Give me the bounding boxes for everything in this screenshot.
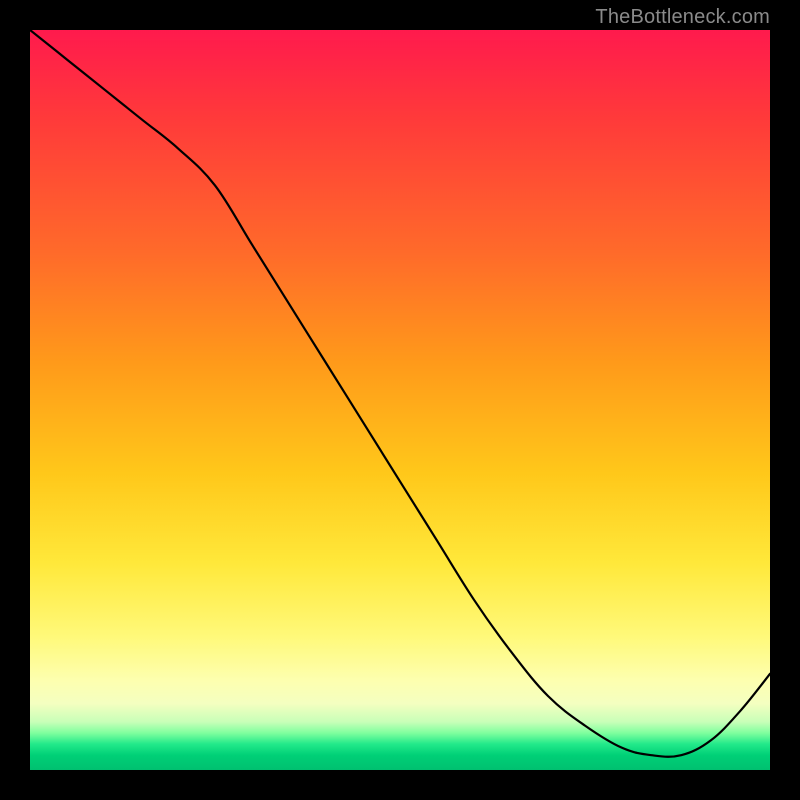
plot-area xyxy=(30,30,770,770)
chart-frame: TheBottleneck.com xyxy=(0,0,800,800)
bottleneck-curve xyxy=(30,30,770,770)
attribution-text: TheBottleneck.com xyxy=(595,6,770,29)
